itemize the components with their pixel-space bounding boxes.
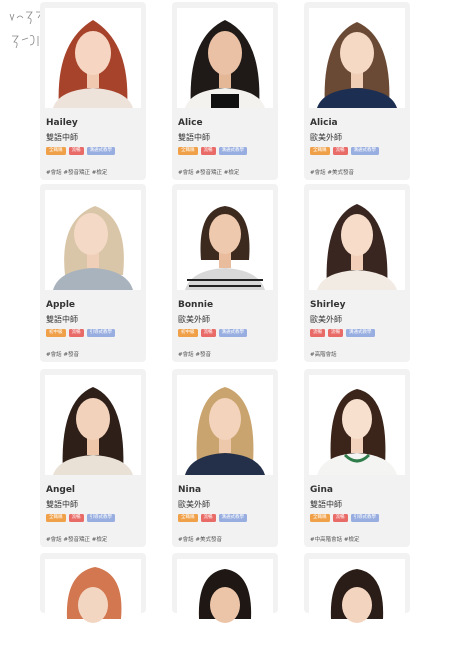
teacher-role: 歐美外師 — [178, 500, 210, 509]
teacher-card[interactable]: Hailey 雙語中師 全職稱 流暢 溝通式教學 #會話 #發音矯正 #檢定 — [40, 2, 146, 180]
teacher-hashtags: #會話 #發音矯正 #檢定 — [178, 170, 240, 176]
teacher-card[interactable]: Nina 歐美外師 全職稱 流暢 溝通式教學 #會話 #美式發音 — [172, 369, 278, 547]
method-tag: 引導式教學 — [86, 514, 115, 522]
method-tag: 引導式教學 — [350, 514, 379, 522]
method-tag: 溝通式教學 — [346, 329, 375, 337]
teacher-role: 雙語中師 — [178, 133, 210, 142]
teacher-card[interactable] — [40, 553, 146, 659]
teacher-name: Gina — [310, 485, 333, 495]
teacher-photo — [45, 190, 141, 290]
teacher-name: Angel — [46, 485, 76, 495]
teacher-photo — [45, 375, 141, 475]
fluency-tag: 流暢 — [68, 147, 84, 155]
teacher-role: 雙語中師 — [46, 133, 78, 142]
teacher-card[interactable]: Gina 雙語中師 全職稱 流暢 引導式教學 #中高階會話 #檢定 — [304, 369, 410, 547]
teacher-card[interactable]: Apple 雙語中師 初中級 流暢 引導式教學 #會話 #發音 — [40, 184, 146, 362]
teacher-card[interactable]: Angel 雙語中師 全職稱 流暢 引導式教學 #會話 #發音矯正 #檢定 — [40, 369, 146, 547]
teacher-hashtags: #高階會話 — [310, 352, 337, 358]
level-tag: 全職稱 — [178, 514, 198, 522]
teacher-card[interactable]: Alice 雙語中師 全職稱 流暢 溝通式教學 #會話 #發音矯正 #檢定 — [172, 2, 278, 180]
fluency-tag: 流暢 — [68, 514, 84, 522]
teacher-name: Alicia — [310, 118, 338, 128]
teacher-role: 雙語中師 — [46, 315, 78, 324]
fluency-tag: 流暢 — [68, 329, 84, 337]
teacher-photo — [177, 8, 273, 108]
teacher-card[interactable]: Shirley 歐美外師 流暢 流暢 溝通式教學 #高階會話 — [304, 184, 410, 362]
method-tag: 溝通式教學 — [218, 329, 247, 337]
teacher-card[interactable]: Alicia 歐美外師 全職稱 流暢 溝通式教學 #會話 #美式發音 — [304, 2, 410, 180]
teacher-name: Apple — [46, 300, 76, 310]
teacher-photo — [45, 8, 141, 108]
teacher-hashtags: #會話 #發音 — [46, 352, 79, 358]
fluency-tag: 流暢 — [310, 329, 325, 337]
teacher-hashtags: #會話 #發音 — [178, 352, 211, 358]
teacher-hashtags: #中高階會話 #檢定 — [310, 537, 360, 543]
teacher-role: 歐美外師 — [310, 133, 342, 142]
method-tag: 溝通式教學 — [350, 147, 379, 155]
fluency-tag: 流暢 — [200, 514, 216, 522]
fluency-tag: 流暢 — [200, 147, 216, 155]
method-tag: 溝通式教學 — [86, 147, 115, 155]
level-tag: 初中級 — [46, 329, 66, 337]
teacher-photo — [45, 559, 141, 659]
level-tag: 全職稱 — [46, 514, 66, 522]
fluency-tag: 流暢 — [328, 329, 343, 337]
teacher-photo — [177, 375, 273, 475]
level-tag: 初中級 — [178, 329, 198, 337]
teacher-hashtags: #會話 #發音矯正 #檢定 — [46, 170, 108, 176]
teacher-photo — [177, 559, 273, 659]
teacher-card[interactable] — [304, 553, 410, 659]
teacher-photo — [309, 559, 405, 659]
teacher-photo — [309, 190, 405, 290]
teacher-card[interactable]: Bonnie 歐美外師 初中級 流暢 溝通式教學 #會話 #發音 — [172, 184, 278, 362]
level-tag: 全職稱 — [178, 147, 198, 155]
teacher-photo — [177, 190, 273, 290]
method-tag: 溝通式教學 — [218, 147, 247, 155]
level-tag: 全職稱 — [310, 147, 330, 155]
teacher-name: Bonnie — [178, 300, 214, 310]
fluency-tag: 流暢 — [332, 147, 348, 155]
method-tag: 引導式教學 — [86, 329, 115, 337]
level-tag: 全職稱 — [310, 514, 330, 522]
fluency-tag: 流暢 — [200, 329, 216, 337]
teacher-card[interactable] — [172, 553, 278, 659]
teacher-role: 雙語中師 — [46, 500, 78, 509]
teacher-role: 歐美外師 — [310, 315, 342, 324]
teacher-photo — [309, 8, 405, 108]
teacher-hashtags: #會話 #發音矯正 #檢定 — [46, 537, 108, 543]
teacher-name: Nina — [178, 485, 202, 495]
teacher-photo — [309, 375, 405, 475]
teacher-name: Shirley — [310, 300, 346, 310]
fluency-tag: 流暢 — [332, 514, 348, 522]
method-tag: 溝通式教學 — [218, 514, 247, 522]
teacher-name: Alice — [178, 118, 203, 128]
teacher-hashtags: #會話 #美式發音 — [178, 537, 222, 543]
level-tag: 全職稱 — [46, 147, 66, 155]
teacher-role: 歐美外師 — [178, 315, 210, 324]
teacher-name: Hailey — [46, 118, 78, 128]
teacher-hashtags: #會話 #美式發音 — [310, 170, 354, 176]
teacher-role: 雙語中師 — [310, 500, 342, 509]
